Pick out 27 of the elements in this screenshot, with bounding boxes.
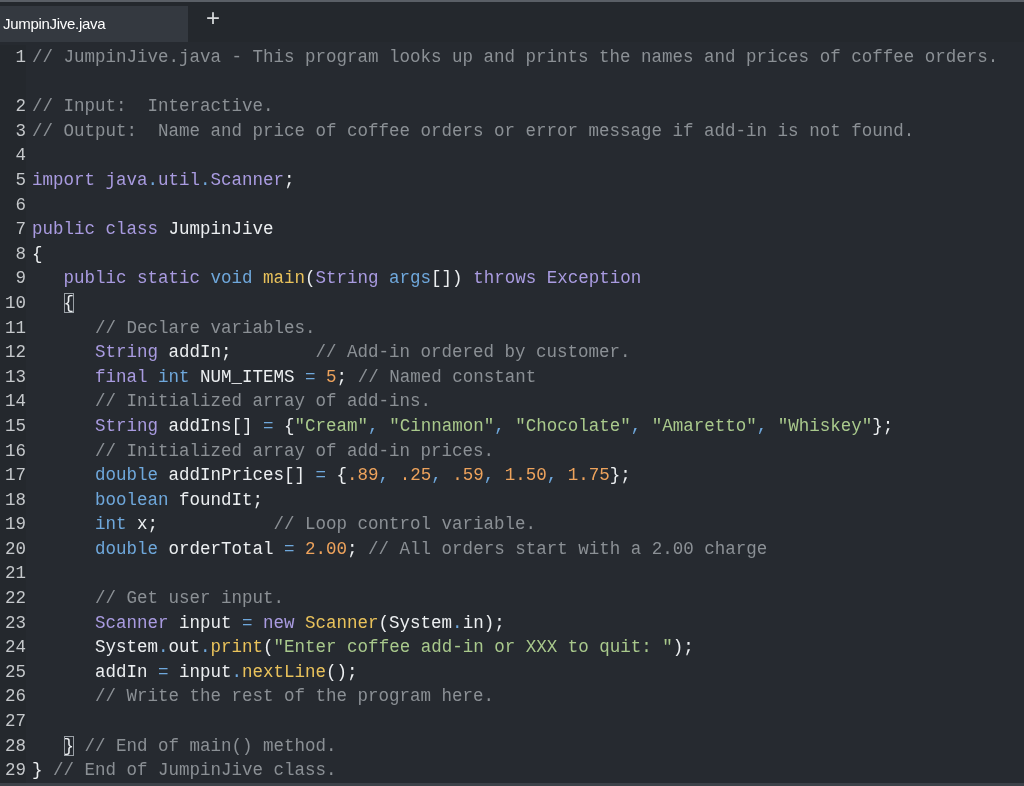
code-line: boolean foundIt; bbox=[94, 488, 264, 512]
code-line: double orderTotal = 2.00; // All orders start with a 2.00 charge bbox=[94, 537, 768, 561]
code-comment: // Output: Name and price of coffee orders or error message if add-in is not found. bbox=[32, 119, 915, 143]
code-comment: // Initialized array of add-in prices. bbox=[94, 439, 495, 463]
file-tab[interactable]: JumpinJive.java bbox=[0, 6, 188, 42]
code-comment: // Declare variables. bbox=[94, 316, 316, 340]
code-comment: // Get user input. bbox=[94, 587, 285, 611]
code-line: } // End of main() method. bbox=[62, 734, 337, 758]
code-line: addIn = input.nextLine(); bbox=[94, 660, 358, 684]
code-line: final int NUM_ITEMS = 5; // Named constant bbox=[94, 365, 537, 389]
code-line: } // End of JumpinJive class. bbox=[32, 759, 337, 783]
code-line: String addIns[] = {"Cream", "Cinnamon", "Chocolate", "Amaretto", "Whiskey"}; bbox=[94, 414, 894, 438]
code-comment: // Write the rest of the program here. bbox=[94, 685, 495, 709]
code-line: String addIn; // Add-in ordered by customer. bbox=[94, 341, 631, 365]
new-tab-button[interactable]: + bbox=[190, 0, 236, 36]
code-line: System.out.print("Enter coffee add-in or XXX to quit: "); bbox=[94, 636, 694, 660]
code-comment: // Input: Interactive. bbox=[32, 95, 274, 119]
code-line: double addInPrices[] = {.89, .25, .59, 1.50, 1.75}; bbox=[94, 464, 631, 488]
code-line: public class JumpinJive bbox=[32, 218, 274, 242]
code-line: Scanner input = new Scanner(System.in); bbox=[94, 611, 505, 635]
code-comment: // JumpinJive.java - This program looks up and prints the names and prices of coffee orders. bbox=[32, 46, 999, 69]
code-line: public static void main(String args[]) throws Exception bbox=[62, 267, 642, 291]
code-comment: // Initialized array of add-ins. bbox=[94, 390, 432, 414]
code-line: import java.util.Scanner; bbox=[32, 168, 295, 192]
code-line: { bbox=[32, 242, 43, 266]
code-line: { bbox=[62, 291, 75, 315]
code-line: int x; // Loop control variable. bbox=[94, 513, 537, 537]
